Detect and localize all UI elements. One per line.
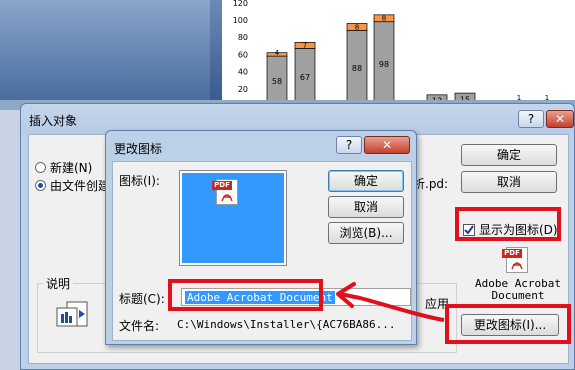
bar-segment-label: 7 xyxy=(303,41,307,49)
bar-value-label: 88 xyxy=(352,64,362,73)
radio-create-new[interactable]: 新建(N) xyxy=(35,159,92,176)
file-path-fragment: 析.pd: xyxy=(413,177,449,191)
y-tick-label: 40 xyxy=(238,68,248,77)
pdf-document-icon: PDF xyxy=(502,245,532,275)
window-background-panel xyxy=(0,0,210,100)
radio-create-new-label: 新建(N) xyxy=(50,161,93,175)
bar-value-label: 67 xyxy=(300,73,310,82)
dialog-title: 插入对象 xyxy=(29,114,78,128)
radio-selected-icon xyxy=(35,180,46,191)
bar-segment-label: 4 xyxy=(275,49,280,57)
y-tick-label: 20 xyxy=(238,85,248,94)
bar-segment-label: 8 xyxy=(382,15,386,23)
icon-list-label: 图标(I): xyxy=(119,174,160,188)
bar-chart: 12010080604020584677888988131511 xyxy=(233,0,558,107)
pdf-tag: PDF xyxy=(212,181,232,190)
highlight-caption-input xyxy=(168,279,323,311)
icon-caption-line2: Document xyxy=(491,289,545,302)
chart-area: 12010080604020584677888988131511 xyxy=(222,0,575,110)
help-button[interactable]: ? xyxy=(518,110,544,128)
help-button[interactable]: ? xyxy=(336,136,362,154)
description-label: 说明 xyxy=(43,275,74,292)
radio-create-from-file[interactable]: 由文件创建 xyxy=(35,177,110,194)
annotation-arrow xyxy=(336,282,445,322)
close-button[interactable]: ✕ xyxy=(364,136,410,154)
icon-list[interactable]: PDF xyxy=(179,170,287,266)
dialog-title: 更改图标 xyxy=(114,142,163,156)
caption-label: 标题(C): xyxy=(119,292,165,306)
icon-list-item-selected[interactable]: PDF xyxy=(182,173,284,263)
y-tick-label: 60 xyxy=(238,50,248,59)
ok-button[interactable]: 确定 xyxy=(461,144,557,166)
highlight-change-icon-button xyxy=(445,304,571,344)
y-tick-label: 100 xyxy=(233,16,248,25)
filename-label: 文件名: xyxy=(119,319,160,333)
radio-icon xyxy=(35,162,46,173)
pdf-tag: PDF xyxy=(502,249,522,258)
y-tick-label: 80 xyxy=(238,33,248,42)
close-button[interactable]: ✕ xyxy=(546,110,574,128)
icon-caption: Adobe Acrobat Document xyxy=(473,278,563,302)
cancel-button[interactable]: 取消 xyxy=(328,196,404,218)
y-tick-label: 120 xyxy=(233,0,248,8)
result-object-icon xyxy=(55,300,95,330)
bar-segment-label: 8 xyxy=(355,23,359,31)
ok-button[interactable]: 确定 xyxy=(328,170,404,192)
pdf-document-icon: PDF xyxy=(212,177,242,207)
bar-value-label: 98 xyxy=(379,60,389,69)
cancel-button[interactable]: 取消 xyxy=(461,171,557,193)
radio-create-from-file-label: 由文件创建 xyxy=(50,179,111,193)
browse-button[interactable]: 浏览(B)... xyxy=(328,222,404,244)
highlight-display-as-icon xyxy=(455,207,561,241)
bar-value-label: 58 xyxy=(272,77,282,86)
